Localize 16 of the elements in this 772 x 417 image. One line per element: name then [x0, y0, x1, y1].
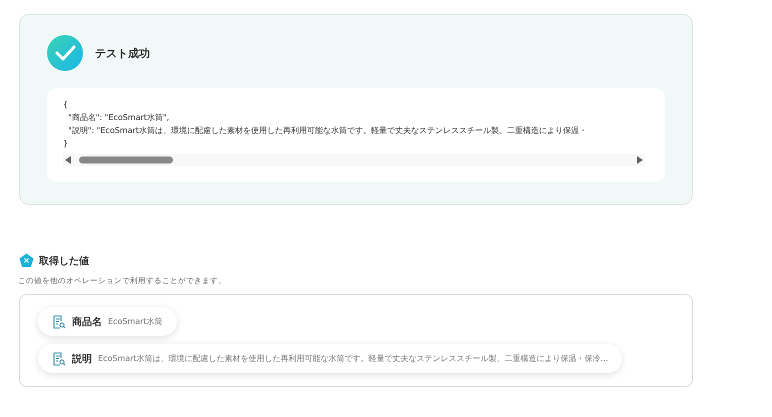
section-title: 取得した値	[39, 254, 89, 268]
value-chip[interactable]: 説明 EcoSmart水筒は、環境に配慮した素材を使用した再利用可能な水筒です。軽量で丈夫なステンレススチール製、二重構造により保温・保冷...	[38, 344, 622, 373]
code-line: "説明": "EcoSmart水筒は、環境に配慮した素材を使用した再利用可能な水筒です。軽量で丈夫なステンレススチール製、二重構造により保温・	[67, 125, 588, 137]
value-chip[interactable]: 商品名 EcoSmart水筒	[38, 307, 177, 336]
value-text: EcoSmart水筒	[108, 316, 163, 327]
code-line: {	[63, 99, 70, 111]
value-text: EcoSmart水筒は、環境に配慮した素材を使用した再利用可能な水筒です。軽量で丈夫なステンレススチール製、二重構造により保温・保冷...	[98, 353, 608, 364]
code-line: }	[63, 138, 70, 150]
pentagon-x-icon	[19, 253, 34, 268]
value-label: 説明	[72, 352, 92, 366]
value-label: 商品名	[72, 315, 102, 328]
code-line: "商品名": "EcoSmart水筒",	[67, 112, 170, 124]
document-search-icon	[52, 352, 66, 366]
horizontal-scrollbar[interactable]	[63, 154, 645, 166]
document-search-icon	[52, 314, 66, 328]
result-title: テスト成功	[95, 46, 150, 60]
